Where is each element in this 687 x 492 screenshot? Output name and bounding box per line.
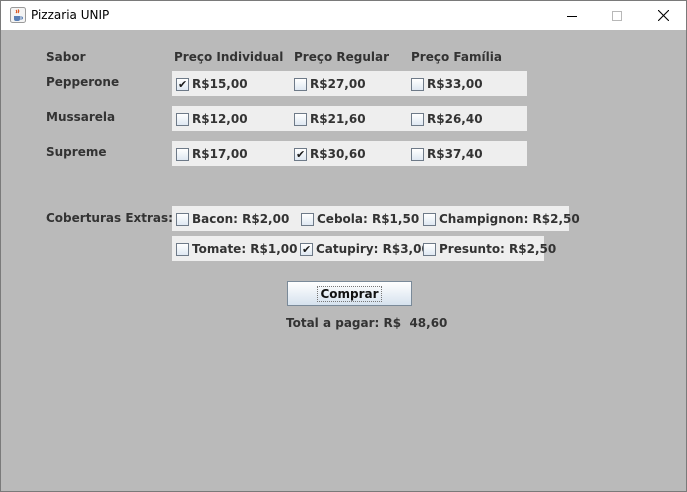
app-window: Pizzaria UNIP Sabor Preço Individual Pre… [0, 0, 687, 492]
header-preco-familia: Preço Família [411, 50, 502, 64]
checkbox-extra-cebola[interactable]: Cebola: R$1,50 [301, 212, 419, 226]
comprar-button-label: Comprar [317, 285, 382, 302]
checkbox-label: R$30,60 [310, 147, 366, 161]
flavor-label-pepperone: Pepperone [46, 75, 120, 89]
minimize-button[interactable] [549, 1, 595, 30]
checkbox-box[interactable] [301, 212, 314, 226]
checkbox-label: Cebola: R$1,50 [317, 212, 420, 226]
checkbox-supreme-regular[interactable]: ✔ R$30,60 [294, 147, 366, 161]
checkbox-label: Bacon: R$2,00 [192, 212, 290, 226]
checkbox-box[interactable] [176, 112, 189, 126]
checkbox-box[interactable]: ✔ [176, 77, 189, 91]
checkbox-extra-champignon[interactable]: Champignon: R$2,50 [423, 212, 580, 226]
flavor-label-supreme: Supreme [46, 145, 107, 159]
checkbox-label: R$27,00 [310, 77, 366, 91]
checkbox-mussarela-familia[interactable]: R$26,40 [411, 112, 483, 126]
header-sabor: Sabor [46, 50, 86, 64]
minimize-icon [567, 15, 577, 17]
maximize-icon [612, 10, 622, 21]
extras-panel-row2: Tomate: R$1,00 ✔ Catupiry: R$3,00 Presun… [172, 236, 556, 261]
price-panel-mussarela: R$12,00 R$21,60 R$26,40 [172, 106, 527, 131]
checkbox-label: Champignon: R$2,50 [439, 212, 580, 226]
checkbox-mussarela-regular[interactable]: R$21,60 [294, 112, 366, 126]
checkbox-extra-tomate[interactable]: Tomate: R$1,00 [176, 242, 298, 256]
total-label: Total a pagar: R$ 48,60 [286, 316, 448, 330]
checkbox-label: Tomate: R$1,00 [192, 242, 298, 256]
checkbox-box[interactable] [411, 147, 424, 161]
checkbox-extra-catupiry[interactable]: ✔ Catupiry: R$3,00 [300, 242, 430, 256]
checkbox-mussarela-individual[interactable]: R$12,00 [176, 112, 248, 126]
title-bar[interactable]: Pizzaria UNIP [1, 1, 686, 30]
checkbox-label: R$15,00 [192, 77, 248, 91]
price-panel-supreme: R$17,00 ✔ R$30,60 R$37,40 [172, 141, 527, 166]
checkbox-pepperone-individual[interactable]: ✔ R$15,00 [176, 77, 248, 91]
window-title: Pizzaria UNIP [31, 8, 110, 22]
checkbox-label: R$37,40 [427, 147, 483, 161]
maximize-button[interactable] [594, 1, 640, 30]
checkbox-box[interactable] [423, 242, 436, 256]
checkbox-label: R$12,00 [192, 112, 248, 126]
checkbox-supreme-individual[interactable]: R$17,00 [176, 147, 248, 161]
checkbox-box[interactable] [411, 77, 424, 91]
checkbox-pepperone-regular[interactable]: R$27,00 [294, 77, 366, 91]
extras-panel-row1: Bacon: R$2,00 Cebola: R$1,50 Champignon:… [172, 206, 580, 231]
checkbox-label: Catupiry: R$3,00 [316, 242, 430, 256]
checkbox-box[interactable] [176, 212, 189, 226]
content-pane: Sabor Preço Individual Preço Regular Pre… [1, 30, 686, 491]
checkbox-label: R$21,60 [310, 112, 366, 126]
checkbox-extra-presunto[interactable]: Presunto: R$2,50 [423, 242, 556, 256]
checkbox-pepperone-familia[interactable]: R$33,00 [411, 77, 483, 91]
checkmark-icon: ✔ [178, 77, 188, 91]
close-icon [657, 10, 669, 21]
checkbox-box[interactable] [411, 112, 424, 126]
checkbox-box[interactable] [176, 242, 189, 256]
checkbox-box[interactable] [294, 77, 307, 91]
checkbox-label: Presunto: R$2,50 [439, 242, 557, 256]
checkbox-label: R$33,00 [427, 77, 483, 91]
checkbox-label: R$26,40 [427, 112, 483, 126]
close-button[interactable] [640, 1, 686, 30]
checkbox-box[interactable] [176, 147, 189, 161]
header-preco-individual: Preço Individual [174, 50, 284, 64]
checkbox-supreme-familia[interactable]: R$37,40 [411, 147, 483, 161]
checkbox-box[interactable]: ✔ [294, 147, 307, 161]
checkbox-extra-bacon[interactable]: Bacon: R$2,00 [176, 212, 289, 226]
price-panel-pepperone: ✔ R$15,00 R$27,00 R$33,00 [172, 71, 527, 96]
checkbox-box[interactable] [423, 212, 436, 226]
comprar-button[interactable]: Comprar [287, 281, 412, 306]
extras-label: Coberturas Extras: [46, 211, 173, 225]
checkmark-icon: ✔ [296, 147, 306, 161]
flavor-label-mussarela: Mussarela [46, 110, 116, 124]
header-preco-regular: Preço Regular [294, 50, 390, 64]
checkbox-box[interactable] [294, 112, 307, 126]
checkmark-icon: ✔ [302, 242, 312, 256]
java-cup-icon [10, 7, 26, 23]
checkbox-label: R$17,00 [192, 147, 248, 161]
checkbox-box[interactable]: ✔ [300, 242, 313, 256]
